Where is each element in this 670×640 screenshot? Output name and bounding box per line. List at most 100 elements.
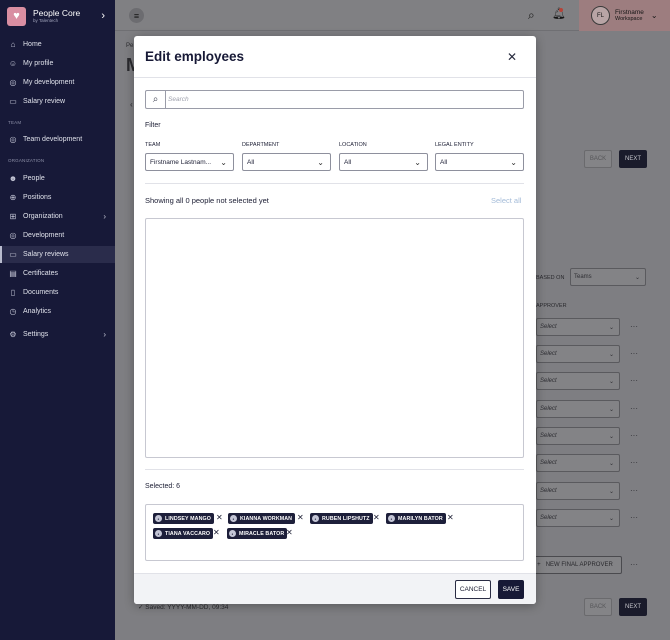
sidebar-item-label: My profile — [23, 60, 54, 67]
department-filter-label: DEPARTMENT — [242, 142, 280, 148]
sidebar-item-salary-review[interactable]: ▭ Salary review — [0, 93, 115, 110]
sidebar-item-settings[interactable]: ⚙ Settings › — [0, 326, 115, 343]
department-filter-value: All — [247, 158, 255, 166]
remove-icon[interactable]: ✕ — [373, 513, 380, 522]
based-on-label: BASED ON — [536, 275, 565, 281]
avatar-icon: ● — [388, 515, 395, 522]
chip-label: RUBEN LIPSHUTZ — [322, 515, 370, 522]
sidebar-item-development[interactable]: ◎ Development — [0, 227, 115, 244]
select-all-link[interactable]: Select all — [491, 196, 521, 205]
more-icon[interactable]: ··· — [630, 513, 638, 522]
modal-title: Edit employees — [145, 49, 245, 64]
avatar-icon: ● — [155, 530, 162, 537]
approver-select[interactable]: Select ⌄ — [536, 482, 620, 500]
approver-select[interactable]: Select ⌄ — [536, 427, 620, 445]
remove-icon[interactable]: ✕ — [297, 513, 304, 522]
cancel-button[interactable]: CANCEL — [455, 580, 491, 599]
legal-entity-filter-select[interactable]: All ⌄ — [435, 153, 524, 171]
remove-icon[interactable]: ✕ — [286, 528, 293, 537]
sidebar-item-analytics[interactable]: ◷ Analytics — [0, 303, 115, 320]
approver-select[interactable]: Select ⌄ — [536, 400, 620, 418]
money-icon: ▭ — [9, 250, 17, 259]
more-icon[interactable]: ··· — [630, 486, 638, 495]
organization-section-heading: ORGANIZATION — [8, 158, 45, 163]
heart-logo-icon: ♥ — [7, 6, 26, 26]
chevron-down-icon: ⌄ — [650, 11, 658, 20]
sidebar-item-label: Organization — [23, 213, 63, 220]
team-filter-select[interactable]: Firstname Lastnam... ⌄ — [145, 153, 234, 171]
user-icon: ☺ — [8, 59, 18, 68]
avatar-icon: ● — [155, 515, 162, 522]
back-button-bottom[interactable]: BACK — [584, 598, 612, 616]
remove-icon[interactable]: ✕ — [447, 513, 454, 522]
sidebar-item-people[interactable]: ☻ People — [0, 170, 115, 187]
approver-select[interactable]: Select ⌄ — [536, 509, 620, 527]
more-icon[interactable]: ··· — [630, 404, 638, 413]
next-button-bottom[interactable]: NEXT — [619, 598, 647, 616]
chevron-down-icon: ⌄ — [608, 460, 614, 467]
legal-entity-filter-label: LEGAL ENTITY — [435, 142, 474, 148]
org-chart-icon: ⊞ — [9, 212, 17, 221]
save-button[interactable]: SAVE — [498, 580, 524, 599]
more-icon[interactable]: ··· — [630, 458, 638, 467]
approver-select[interactable]: Select ⌄ — [536, 454, 620, 472]
divider — [145, 183, 524, 184]
people-list[interactable] — [145, 218, 524, 458]
sidebar-item-home[interactable]: ⌂ Home — [0, 36, 115, 53]
avatar-icon: ● — [312, 515, 319, 522]
selected-person-chip: ● LINDSEY MANGO — [153, 513, 214, 524]
chip-label: KIANNA WORKMAN — [240, 515, 293, 522]
notification-dot — [559, 8, 563, 12]
chevron-right-icon[interactable]: › — [101, 10, 105, 22]
sidebar-item-label: Development — [23, 232, 65, 239]
sidebar-item-team-development[interactable]: ◎ Team development — [0, 131, 115, 148]
sidebar-item-documents[interactable]: ▯ Documents — [0, 284, 115, 301]
sidebar-item-salary-reviews[interactable]: ▭ Salary reviews — [0, 246, 115, 263]
sidebar-item-positions[interactable]: ⊕ Positions — [0, 189, 115, 206]
sidebar-item-label: Salary reviews — [23, 251, 69, 258]
back-button[interactable]: BACK — [584, 150, 612, 168]
close-icon[interactable]: ✕ — [507, 50, 517, 64]
department-filter-select[interactable]: All ⌄ — [242, 153, 331, 171]
sidebar-item-certificates[interactable]: ▤ Certificates — [0, 265, 115, 282]
selected-person-chip: ● RUBEN LIPSHUTZ — [310, 513, 373, 524]
search-field[interactable]: ⌕ — [145, 90, 524, 109]
more-icon[interactable]: ··· — [630, 322, 638, 331]
user-workspace: Workspace — [615, 16, 643, 23]
new-final-approver-button[interactable]: + NEW FINAL APPROVER — [528, 556, 622, 574]
search-input[interactable] — [168, 93, 518, 106]
search-icon[interactable]: ⌕ — [528, 8, 535, 23]
more-icon[interactable]: ··· — [630, 349, 638, 358]
sidebar-item-my-development[interactable]: ◎ My development — [0, 74, 115, 91]
next-button[interactable]: NEXT — [619, 150, 647, 168]
more-icon[interactable]: ··· — [630, 376, 638, 385]
chevron-down-icon: ⌄ — [608, 488, 614, 495]
approver-select[interactable]: Select ⌄ — [536, 372, 620, 390]
hamburger-menu-icon[interactable]: ≡ — [129, 8, 144, 23]
more-icon[interactable]: ··· — [630, 560, 638, 569]
sidebar-item-label: My development — [23, 79, 75, 86]
chevron-left-icon: ‹ — [130, 100, 133, 109]
team-filter-label: TEAM — [145, 142, 161, 148]
saved-text: Saved: YYYY-MM-DD, 09:34 — [145, 604, 229, 611]
remove-icon[interactable]: ✕ — [213, 528, 220, 537]
remove-icon[interactable]: ✕ — [216, 513, 223, 522]
target-icon: ◎ — [9, 231, 17, 240]
target-icon: ◎ — [9, 78, 17, 87]
approver-select[interactable]: Select ⌄ — [536, 345, 620, 363]
location-filter-select[interactable]: All ⌄ — [339, 153, 428, 171]
sidebar-item-my-profile[interactable]: ☺ My profile — [0, 55, 115, 72]
filter-heading: Filter — [145, 122, 161, 129]
user-menu[interactable]: FL Firstname Workspace ⌄ — [579, 0, 670, 31]
approver-select[interactable]: Select ⌄ — [536, 318, 620, 336]
selected-person-chip: ● MIRACLE BATOR — [227, 528, 288, 539]
breadcrumb: Pe — [126, 43, 134, 49]
brand[interactable]: ♥ People Core by Talentech › — [7, 6, 111, 26]
chevron-down-icon: ⌄ — [608, 324, 614, 331]
sidebar-item-organization[interactable]: ⊞ Organization › — [0, 208, 115, 225]
based-on-select[interactable]: Teams ⌄ — [570, 268, 646, 286]
more-icon[interactable]: ··· — [630, 431, 638, 440]
chevron-right-icon: › — [103, 212, 106, 221]
brand-title: People Core — [33, 7, 81, 18]
team-section-heading: TEAM — [8, 120, 22, 125]
